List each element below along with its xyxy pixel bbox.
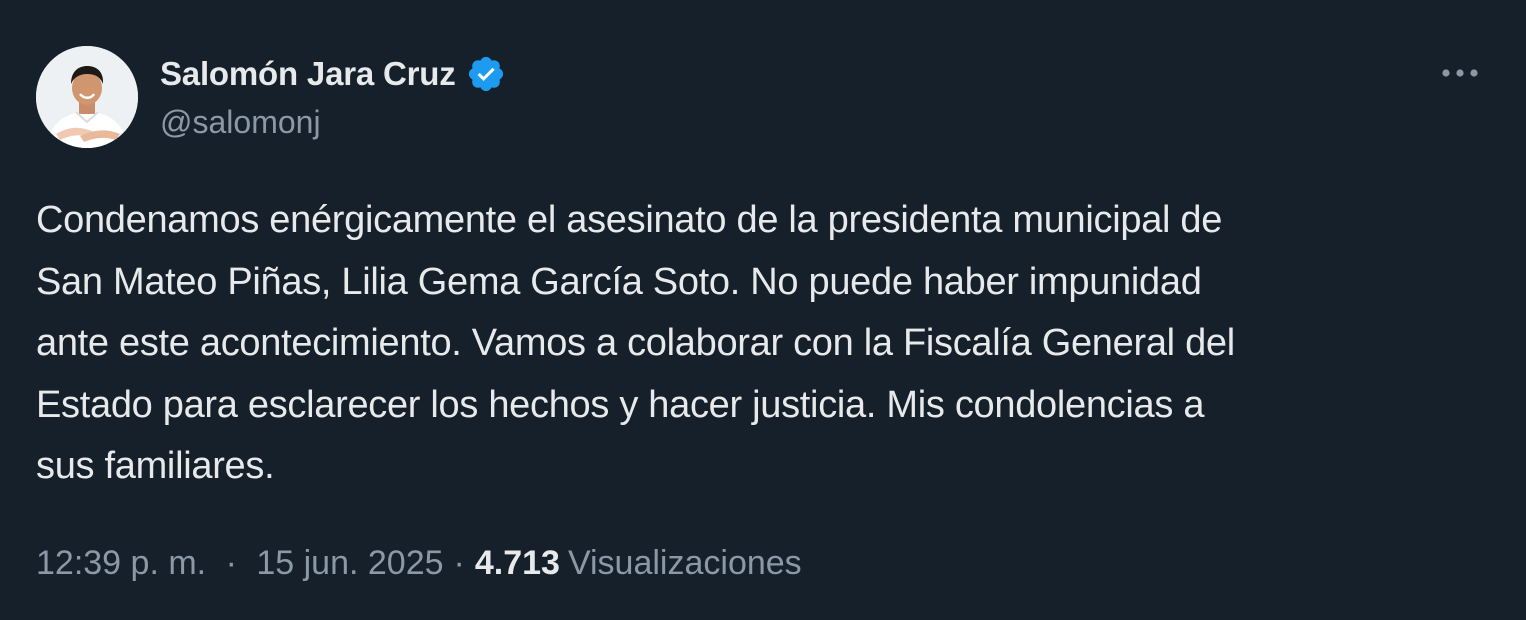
tweet-time: 12:39 p. m. [36, 543, 207, 582]
author-name-row: Salomón Jara Cruz [160, 52, 506, 96]
tweet-meta: 12:39 p. m. · 15 jun. 2025 · 4.713 Visua… [36, 540, 802, 586]
author-display-name[interactable]: Salomón Jara Cruz [160, 55, 456, 93]
author-avatar[interactable] [36, 46, 138, 148]
avatar-photo [36, 46, 138, 148]
more-options-button[interactable] [1436, 56, 1484, 90]
meta-separator: · [225, 543, 237, 582]
meta-separator: · [453, 543, 465, 582]
more-horizontal-icon [1442, 69, 1478, 77]
view-count[interactable]: 4.713 [475, 544, 560, 583]
tweet-card: Salomón Jara Cruz @salomonj Condenamos e… [0, 0, 1526, 620]
tweet-text: Condenamos enérgicamente el asesinato de… [36, 199, 1235, 487]
tweet-timestamp-link[interactable]: 12:39 p. m. · 15 jun. 2025 [36, 544, 444, 583]
verified-badge-icon[interactable] [466, 54, 506, 94]
tweet-date: 15 jun. 2025 [256, 543, 444, 582]
views-label: Visualizaciones [567, 543, 802, 582]
author-handle[interactable]: @salomonj [160, 104, 321, 141]
